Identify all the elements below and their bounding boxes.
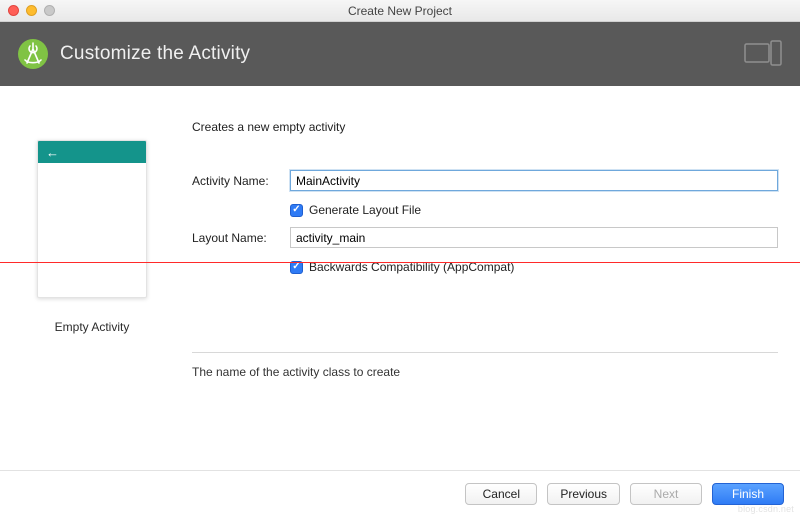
activity-name-label: Activity Name: <box>192 174 290 188</box>
template-preview-column: ← Empty Activity <box>22 110 162 470</box>
watermark: blog.csdn.net <box>738 504 794 514</box>
layout-name-row: Layout Name: <box>192 227 778 248</box>
hint-separator <box>192 352 778 353</box>
finish-button[interactable]: Finish <box>712 483 784 505</box>
layout-name-label: Layout Name: <box>192 231 290 245</box>
back-arrow-icon: ← <box>46 146 59 159</box>
layout-name-input[interactable] <box>290 227 778 248</box>
backcompat-row[interactable]: Backwards Compatibility (AppCompat) <box>290 260 778 274</box>
form-subtitle: Creates a new empty activity <box>192 120 778 134</box>
generate-layout-row[interactable]: Generate Layout File <box>290 203 778 217</box>
dialog-footer: Cancel Previous Next Finish <box>0 470 800 516</box>
form-column: Creates a new empty activity Activity Na… <box>192 110 778 470</box>
titlebar: Create New Project <box>0 0 800 22</box>
backcompat-checkbox[interactable] <box>290 261 303 274</box>
dialog-body: ← Empty Activity Creates a new empty act… <box>0 86 800 470</box>
previous-button[interactable]: Previous <box>547 483 620 505</box>
window-title: Create New Project <box>0 4 800 18</box>
backcompat-label: Backwards Compatibility (AppCompat) <box>309 260 514 274</box>
template-caption: Empty Activity <box>55 320 130 334</box>
generate-layout-label: Generate Layout File <box>309 203 421 217</box>
activity-name-input[interactable] <box>290 170 778 191</box>
header-banner: Customize the Activity <box>0 22 800 86</box>
activity-name-row: Activity Name: <box>192 170 778 191</box>
device-frame-icon <box>744 40 782 68</box>
template-preview: ← <box>37 140 147 298</box>
dialog-window: Create New Project Customize the Activit… <box>0 0 800 516</box>
preview-appbar: ← <box>38 141 146 163</box>
hint-text: The name of the activity class to create <box>192 365 778 379</box>
cancel-button[interactable]: Cancel <box>465 483 537 505</box>
banner-heading: Customize the Activity <box>60 43 250 65</box>
generate-layout-checkbox[interactable] <box>290 204 303 217</box>
android-studio-logo-icon <box>18 39 48 69</box>
next-button: Next <box>630 483 702 505</box>
